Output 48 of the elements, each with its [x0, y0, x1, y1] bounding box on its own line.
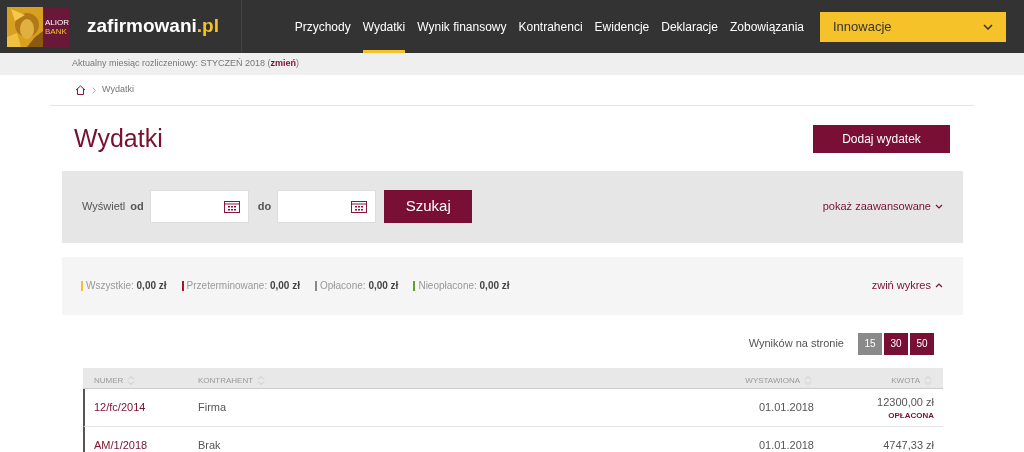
table-row[interactable]: 12/fc/2014 Firma 01.01.2018 12300,00 zł OPŁACONA: [83, 388, 943, 427]
invoice-number[interactable]: 12/fc/2014: [94, 400, 146, 413]
summary-text: Nieopłacone: 0,00 zł: [418, 279, 510, 293]
chevron-down-icon: [983, 23, 993, 30]
table-row[interactable]: AM/1/2018 Brak 01.01.2018 4747,33 zł: [83, 426, 943, 452]
site-logo[interactable]: zafirmowani.pl: [87, 12, 219, 41]
calendar-icon[interactable]: [351, 200, 368, 213]
nav-link[interactable]: Wynik finansowy: [411, 0, 513, 53]
per-page-option[interactable]: 50: [910, 332, 934, 355]
logo-text: ALIOR: [45, 17, 69, 27]
nav-link[interactable]: Wydatki: [356, 0, 412, 53]
summary-text: Przeterminowane: 0,00 zł: [186, 279, 300, 293]
per-page-option[interactable]: 30: [884, 332, 908, 355]
invoice-number[interactable]: AM/1/2018: [94, 438, 148, 451]
search-button[interactable]: Szukaj: [384, 190, 473, 223]
table-cell: 01.01.2018: [758, 400, 814, 413]
date-field[interactable]: [277, 190, 377, 223]
table-cell: Firma: [198, 400, 227, 413]
summary-text: Opłacone: 0,00 zł: [320, 279, 399, 293]
table-cell: Brak: [198, 438, 221, 451]
dropdown[interactable]: Innowacje: [820, 11, 1006, 42]
collapse-chart-link[interactable]: zwiń wykres: [871, 277, 943, 294]
period-text: Aktualny miesiąc rozliczeniowy: STYCZEŃ 2018 (zmień): [72, 57, 300, 71]
table-cell-text: 4747,33 zł: [883, 437, 934, 452]
nav-link[interactable]: Przychody: [288, 0, 357, 53]
summary-text: Wszystkie: 0,00 zł: [86, 279, 167, 293]
nav-link[interactable]: Deklaracje: [655, 0, 724, 53]
table-cell: 01.01.2018: [758, 438, 814, 451]
advanced-link[interactable]: pokaż zaawansowane: [822, 198, 943, 215]
from-label: od: [130, 199, 144, 215]
to-label: do: [257, 199, 272, 215]
nav-link[interactable]: Ewidencje: [588, 0, 656, 53]
logo-text: BANK: [45, 26, 68, 36]
calendar-icon[interactable]: [223, 200, 240, 213]
home-icon[interactable]: [75, 85, 86, 95]
add-expense-button[interactable]: Dodaj wydatek: [813, 124, 950, 153]
chevron-up-icon: [935, 283, 943, 288]
nav-link[interactable]: Kontrahenci: [512, 0, 589, 53]
status-label: OPŁACONA: [888, 410, 934, 420]
chevron-down-icon: [935, 204, 943, 209]
filter-label: Wyświetl: [82, 199, 126, 215]
date-field[interactable]: [149, 190, 249, 223]
page-title: Wydatki: [74, 123, 163, 154]
per-page-label: Wyników na stronie: [748, 336, 844, 352]
chevron-right-icon: [92, 86, 96, 94]
table-cell-text: 12300,00 zł: [877, 395, 934, 411]
nav-link[interactable]: Zobowiązania: [723, 0, 810, 53]
breadcrumb-item: Wydatki: [102, 83, 134, 97]
